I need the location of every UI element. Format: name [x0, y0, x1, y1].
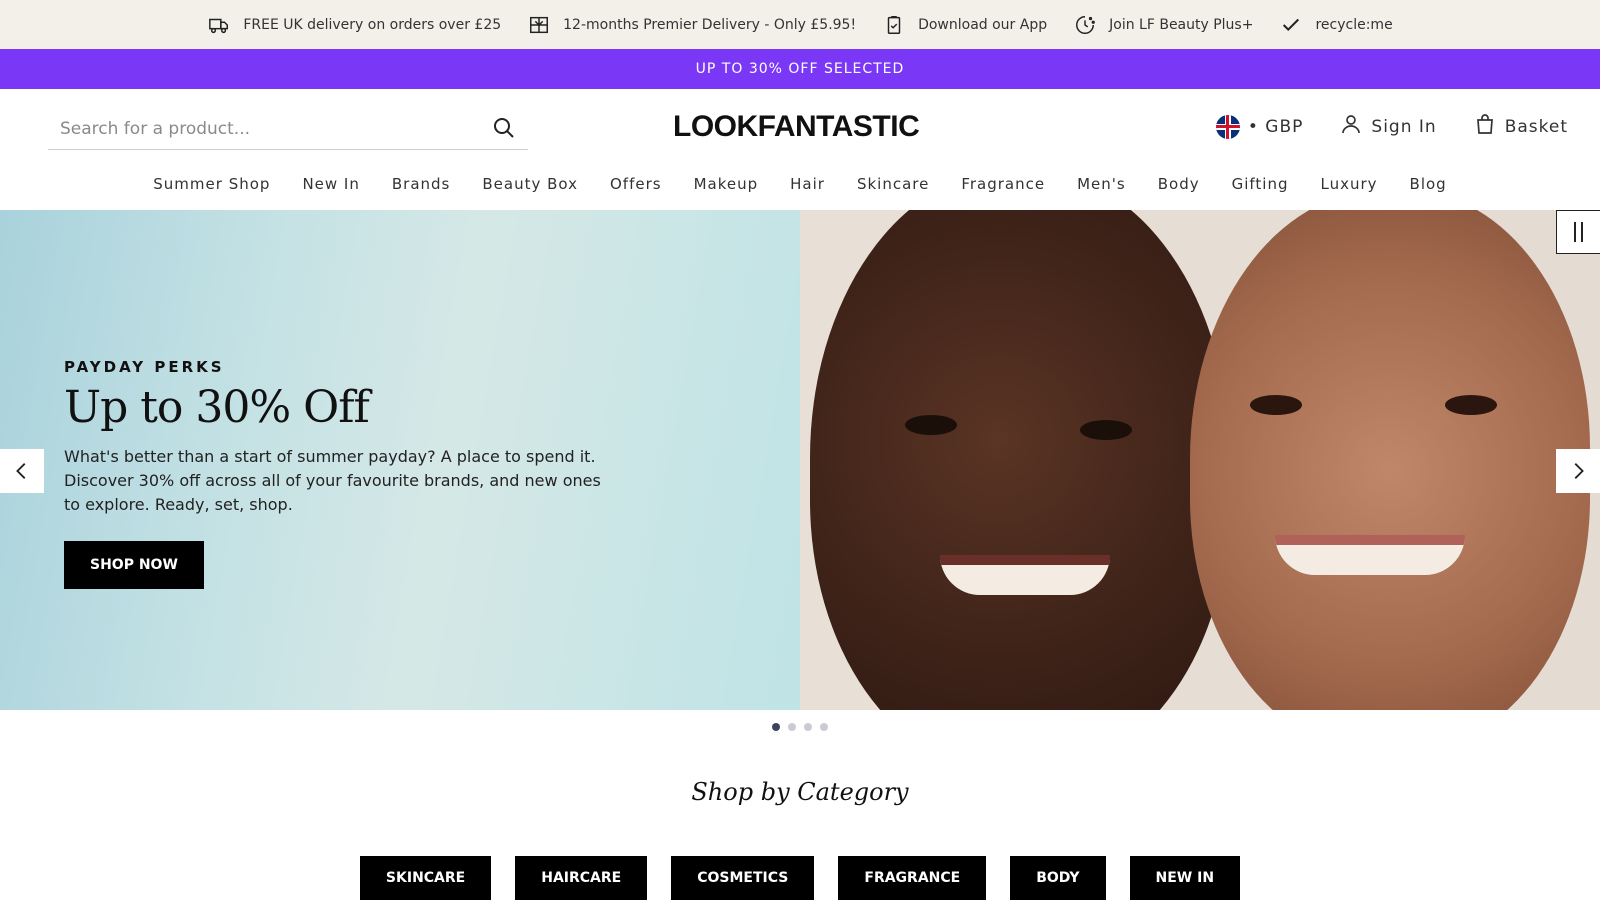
carousel-next-button[interactable]: [1556, 449, 1600, 493]
nav-item-summer-shop[interactable]: Summer Shop: [153, 175, 270, 197]
basket-link[interactable]: Basket: [1473, 112, 1568, 141]
search-bar: [48, 108, 528, 150]
site-logo[interactable]: LOOKFANTASTIC: [673, 110, 920, 144]
nav-item-hair[interactable]: Hair: [790, 175, 825, 197]
bag-icon: [1473, 112, 1497, 141]
benefit-label: Join LF Beauty Plus+: [1109, 16, 1254, 33]
benefit-free-delivery[interactable]: FREE UK delivery on orders over £25: [207, 13, 501, 37]
carousel-dot-4[interactable]: [820, 723, 828, 731]
benefit-download-app[interactable]: Download our App: [882, 13, 1047, 37]
benefit-label: FREE UK delivery on orders over £25: [243, 16, 502, 33]
hero-description: What's better than a start of summer pay…: [64, 447, 601, 514]
category-buttons: SKINCARE HAIRCARE COSMETICS FRAGRANCE BO…: [0, 856, 1600, 900]
nav-item-mens[interactable]: Men's: [1077, 175, 1126, 197]
carousel-prev-button[interactable]: [0, 449, 44, 493]
hero-content: PAYDAY PERKS Up to 30% Off What's better…: [64, 358, 604, 589]
main-nav: Summer Shop New In Brands Beauty Box Off…: [0, 175, 1600, 197]
nav-item-gifting[interactable]: Gifting: [1232, 175, 1289, 197]
benefit-premier-delivery[interactable]: 12-months Premier Delivery - Only £5.95!: [527, 13, 856, 37]
loyalty-icon: [1073, 13, 1097, 37]
currency-label: • GBP: [1247, 116, 1304, 137]
uk-flag-icon: [1215, 114, 1240, 139]
promo-banner[interactable]: UP TO 30% OFF SELECTED: [0, 49, 1600, 89]
chevron-right-icon: [1574, 463, 1584, 479]
category-button-fragrance[interactable]: FRAGRANCE: [838, 856, 987, 900]
nav-item-body[interactable]: Body: [1158, 175, 1200, 197]
hero-image: [800, 210, 1600, 710]
carousel-pause-button[interactable]: [1556, 210, 1600, 254]
nav-item-brands[interactable]: Brands: [392, 175, 451, 197]
nav-item-new-in[interactable]: New In: [302, 175, 359, 197]
phone-icon: [882, 13, 906, 37]
gift-icon: [527, 13, 551, 37]
nav-item-skincare[interactable]: Skincare: [857, 175, 929, 197]
hero-carousel: PAYDAY PERKS Up to 30% Off What's better…: [0, 210, 1600, 710]
category-button-new-in[interactable]: NEW IN: [1129, 856, 1241, 900]
nav-item-fragrance[interactable]: Fragrance: [961, 175, 1045, 197]
category-section-title: Shop by Category: [691, 778, 909, 806]
shop-now-button[interactable]: SHOP NOW: [64, 541, 204, 589]
category-button-haircare[interactable]: HAIRCARE: [515, 856, 648, 900]
currency-selector[interactable]: • GBP: [1215, 114, 1304, 139]
check-icon: [1279, 13, 1303, 37]
user-icon: [1339, 112, 1363, 141]
benefit-recycle[interactable]: recycle:me: [1279, 13, 1393, 37]
carousel-dot-1[interactable]: [772, 723, 780, 731]
benefit-label: 12-months Premier Delivery - Only £5.95!: [563, 16, 857, 33]
category-button-skincare[interactable]: SKINCARE: [359, 856, 492, 900]
search-icon[interactable]: [492, 116, 516, 140]
search-input[interactable]: [48, 118, 468, 139]
pause-icon: [1574, 222, 1576, 242]
basket-label: Basket: [1504, 116, 1568, 137]
nav-item-beauty-box[interactable]: Beauty Box: [482, 175, 578, 197]
carousel-dot-2[interactable]: [788, 723, 796, 731]
promo-text: UP TO 30% OFF SELECTED: [695, 61, 905, 77]
hero-title: Up to 30% Off: [64, 382, 370, 433]
model-face-right: [1190, 210, 1590, 710]
hero-eyebrow: PAYDAY PERKS: [64, 358, 225, 376]
benefits-bar: FREE UK delivery on orders over £25 12-m…: [0, 0, 1600, 49]
carousel-dot-3[interactable]: [804, 723, 812, 731]
benefit-label: Download our App: [918, 16, 1048, 33]
sign-in-label: Sign In: [1371, 116, 1437, 137]
benefit-beauty-plus[interactable]: Join LF Beauty Plus+: [1073, 13, 1253, 37]
category-button-body[interactable]: BODY: [1010, 856, 1106, 900]
nav-item-makeup[interactable]: Makeup: [694, 175, 759, 197]
header-actions: • GBP Sign In Basket: [1215, 112, 1568, 141]
model-face-left: [810, 210, 1230, 710]
benefit-label: recycle:me: [1315, 16, 1393, 33]
nav-item-luxury[interactable]: Luxury: [1321, 175, 1378, 197]
carousel-pagination: [0, 723, 1600, 731]
truck-icon: [207, 13, 231, 37]
sign-in-link[interactable]: Sign In: [1339, 112, 1436, 141]
nav-item-offers[interactable]: Offers: [610, 175, 662, 197]
nav-item-blog[interactable]: Blog: [1410, 175, 1447, 197]
category-button-cosmetics[interactable]: COSMETICS: [671, 856, 815, 900]
chevron-left-icon: [16, 463, 26, 479]
